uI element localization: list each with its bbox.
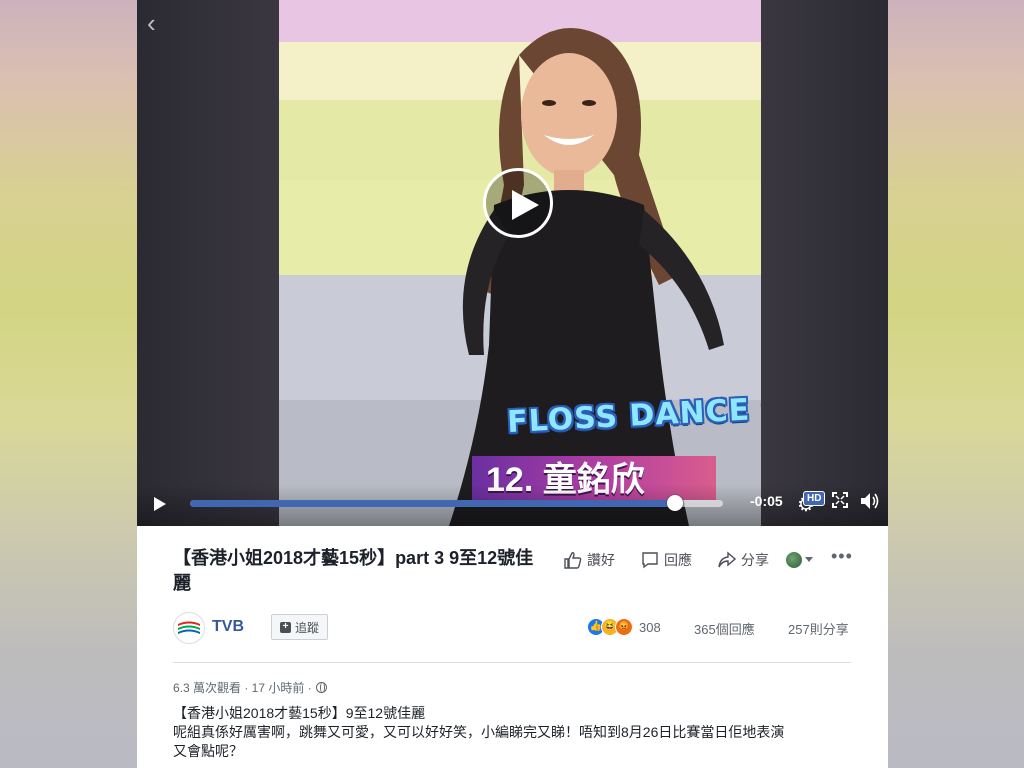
settings-button[interactable]: ⚙ HD (797, 491, 827, 517)
progress-fill (190, 500, 676, 507)
user-avatar (786, 552, 802, 568)
back-chevron-icon[interactable]: ‹ (147, 10, 171, 36)
reactions-summary[interactable]: 👍 😆 😡 308 (587, 618, 661, 636)
page-name[interactable]: TVB (212, 618, 244, 636)
tvb-logo[interactable] (173, 612, 205, 644)
video-blur-left (137, 0, 279, 526)
time-remaining: -0:05 (750, 493, 783, 509)
video-player[interactable]: FLOSS DANCE QUEEN~~ 12. 童銘欣 ‹ -0:05 ⚙ HD (137, 0, 888, 526)
like-label: 讚好 (587, 552, 615, 568)
like-button[interactable]: 讚好 (564, 550, 615, 570)
angry-reaction-icon: 😡 (615, 618, 633, 636)
comment-label: 回應 (664, 552, 692, 568)
video-blur-right (761, 0, 888, 526)
progress-bar[interactable] (190, 495, 723, 511)
views-and-time: 6.3 萬次觀看 · 17 小時前 · (173, 681, 312, 695)
share-arrow-icon (718, 551, 736, 568)
more-options-icon[interactable]: ••• (831, 547, 853, 565)
post-card: 【香港小姐2018才藝15秒】part 3 9至12號佳麗 讚好 回應 分享 •… (137, 526, 888, 768)
progress-knob[interactable] (667, 495, 684, 511)
reaction-count: 308 (639, 619, 661, 635)
divider (173, 662, 851, 663)
post-as-selector[interactable] (786, 551, 816, 569)
fullscreen-icon[interactable] (832, 492, 848, 508)
share-label: 分享 (741, 552, 769, 568)
video-controls-bar: -0:05 ⚙ HD (137, 484, 888, 526)
dancer-figure (449, 27, 724, 526)
follow-icon: + (280, 621, 291, 633)
video-frame[interactable]: FLOSS DANCE QUEEN~~ 12. 童銘欣 (279, 0, 761, 526)
globe-icon[interactable] (315, 682, 327, 693)
comment-count[interactable]: 365個回應 (694, 619, 755, 638)
description-line: 又會點呢？ (173, 743, 243, 759)
play-icon[interactable] (153, 496, 167, 512)
description-line: 呢組真係好厲害啊，跳舞又可愛，又可以好好笑，小編睇完又睇！唔知到8月26日比賽當… (173, 724, 785, 740)
comment-bubble-icon (642, 552, 658, 569)
follow-label: 追蹤 (295, 620, 320, 635)
share-count[interactable]: 257則分享 (788, 619, 849, 638)
post-description: 【香港小姐2018才藝15秒】9至12號佳麗 呢組真係好厲害啊，跳舞又可愛，又可… (173, 704, 863, 761)
hd-badge: HD (803, 491, 826, 506)
volume-icon[interactable] (860, 492, 880, 510)
play-circle-icon[interactable] (483, 168, 553, 238)
share-button[interactable]: 分享 (718, 550, 769, 570)
follow-button[interactable]: + 追蹤 (271, 614, 329, 640)
comment-button[interactable]: 回應 (641, 550, 692, 570)
chevron-down-icon (805, 557, 813, 562)
post-title: 【香港小姐2018才藝15秒】part 3 9至12號佳麗 (173, 548, 534, 593)
post-meta: 6.3 萬次觀看 · 17 小時前 · (173, 679, 327, 696)
description-line: 【香港小姐2018才藝15秒】9至12號佳麗 (173, 705, 426, 721)
thumbs-up-icon (564, 552, 582, 569)
